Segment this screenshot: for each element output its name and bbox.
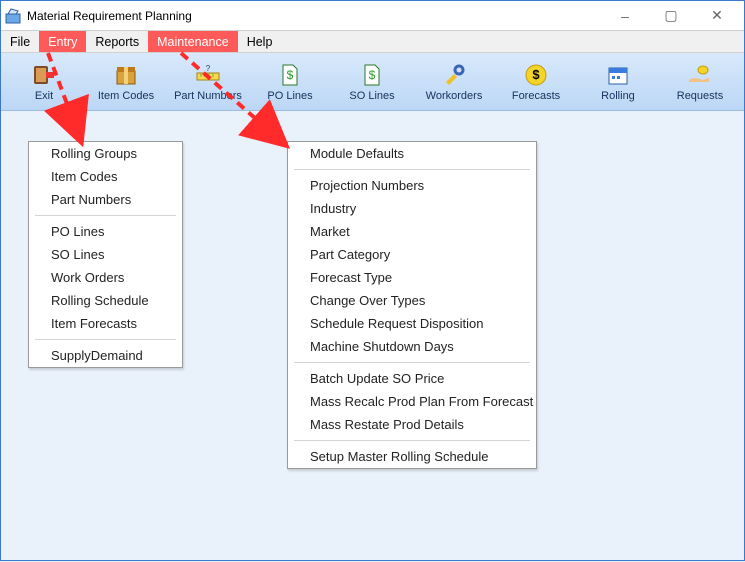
menu-item-machine-shutdown-days[interactable]: Machine Shutdown Days <box>288 335 536 358</box>
toolbar-workorders[interactable]: Workorders <box>413 53 495 110</box>
svg-text:$: $ <box>287 68 294 82</box>
menu-item-rolling-schedule[interactable]: Rolling Schedule <box>29 289 182 312</box>
menu-reports[interactable]: Reports <box>86 31 148 52</box>
toolbar-itemcodes[interactable]: Item Codes <box>85 53 167 110</box>
menu-item-forecast-type[interactable]: Forecast Type <box>288 266 536 289</box>
menu-separator <box>35 339 176 340</box>
menu-item-po-lines[interactable]: PO Lines <box>29 220 182 243</box>
menu-item-setup-master-rolling-schedule[interactable]: Setup Master Rolling Schedule <box>288 445 536 468</box>
svg-text:?: ? <box>206 64 211 73</box>
close-button[interactable]: ✕ <box>694 1 740 31</box>
menu-item-market[interactable]: Market <box>288 220 536 243</box>
menu-item-mass-recalc-prod-plan[interactable]: Mass Recalc Prod Plan From Forecast <box>288 390 536 413</box>
dollar-circle-icon: $ <box>523 62 549 88</box>
exit-icon <box>31 62 57 88</box>
tools-icon <box>441 62 467 88</box>
toolbar-solines[interactable]: $ SO Lines <box>331 53 413 110</box>
document-dollar-icon: $ <box>359 62 385 88</box>
toolbar-forecasts[interactable]: $ Forecasts <box>495 53 577 110</box>
document-dollar-icon: $ <box>277 62 303 88</box>
menu-item-schedule-request-disposition[interactable]: Schedule Request Disposition <box>288 312 536 335</box>
toolbar: Exit Item Codes ? Part Numbers $ PO Line… <box>1 53 744 111</box>
svg-text:$: $ <box>532 67 540 82</box>
toolbar-polines[interactable]: $ PO Lines <box>249 53 331 110</box>
menu-item-projection-numbers[interactable]: Projection Numbers <box>288 174 536 197</box>
toolbar-partnumbers[interactable]: ? Part Numbers <box>167 53 249 110</box>
toolbar-label: Part Numbers <box>174 90 242 102</box>
menu-entry[interactable]: Entry <box>39 31 86 52</box>
menu-maintenance[interactable]: Maintenance <box>148 31 238 52</box>
menu-separator <box>294 440 530 441</box>
menu-item-part-category[interactable]: Part Category <box>288 243 536 266</box>
toolbar-requests[interactable]: Requests <box>659 53 741 110</box>
minimize-button[interactable]: – <box>602 1 648 31</box>
toolbar-label: Workorders <box>426 90 483 102</box>
toolbar-rolling[interactable]: Rolling <box>577 53 659 110</box>
entry-dropdown: Rolling Groups Item Codes Part Numbers P… <box>28 141 183 368</box>
maintenance-dropdown: Module Defaults Projection Numbers Indus… <box>287 141 537 469</box>
menu-item-work-orders[interactable]: Work Orders <box>29 266 182 289</box>
menu-item-part-numbers[interactable]: Part Numbers <box>29 188 182 211</box>
menu-item-change-over-types[interactable]: Change Over Types <box>288 289 536 312</box>
menu-separator <box>294 362 530 363</box>
calendar-icon <box>605 62 631 88</box>
maximize-button[interactable]: ▢ <box>648 1 694 31</box>
toolbar-label: Requests <box>677 90 723 102</box>
title-bar: Material Requirement Planning – ▢ ✕ <box>1 1 744 31</box>
menu-item-industry[interactable]: Industry <box>288 197 536 220</box>
hand-coin-icon <box>687 62 713 88</box>
ruler-icon: ? <box>195 62 221 88</box>
menu-help[interactable]: Help <box>238 31 282 52</box>
window-title: Material Requirement Planning <box>27 9 602 23</box>
toolbar-label: Item Codes <box>98 90 154 102</box>
menu-file[interactable]: File <box>1 31 39 52</box>
toolbar-label: SO Lines <box>349 90 394 102</box>
toolbar-label: Rolling <box>601 90 635 102</box>
toolbar-label: PO Lines <box>267 90 312 102</box>
menu-item-supplydemand[interactable]: SupplyDemaind <box>29 344 182 367</box>
menu-item-module-defaults[interactable]: Module Defaults <box>288 142 536 165</box>
toolbar-label: Exit <box>35 90 53 102</box>
toolbar-exit[interactable]: Exit <box>3 53 85 110</box>
menu-separator <box>35 215 176 216</box>
menu-item-rolling-groups[interactable]: Rolling Groups <box>29 142 182 165</box>
svg-text:$: $ <box>369 68 376 82</box>
menu-bar: File Entry Reports Maintenance Help <box>1 31 744 53</box>
window-controls: – ▢ ✕ <box>602 1 740 31</box>
menu-item-so-lines[interactable]: SO Lines <box>29 243 182 266</box>
menu-item-mass-restate-prod-details[interactable]: Mass Restate Prod Details <box>288 413 536 436</box>
toolbar-label: Forecasts <box>512 90 560 102</box>
app-icon <box>5 8 21 24</box>
menu-item-item-codes[interactable]: Item Codes <box>29 165 182 188</box>
menu-item-batch-update-so-price[interactable]: Batch Update SO Price <box>288 367 536 390</box>
box-icon <box>113 62 139 88</box>
menu-item-item-forecasts[interactable]: Item Forecasts <box>29 312 182 335</box>
menu-separator <box>294 169 530 170</box>
